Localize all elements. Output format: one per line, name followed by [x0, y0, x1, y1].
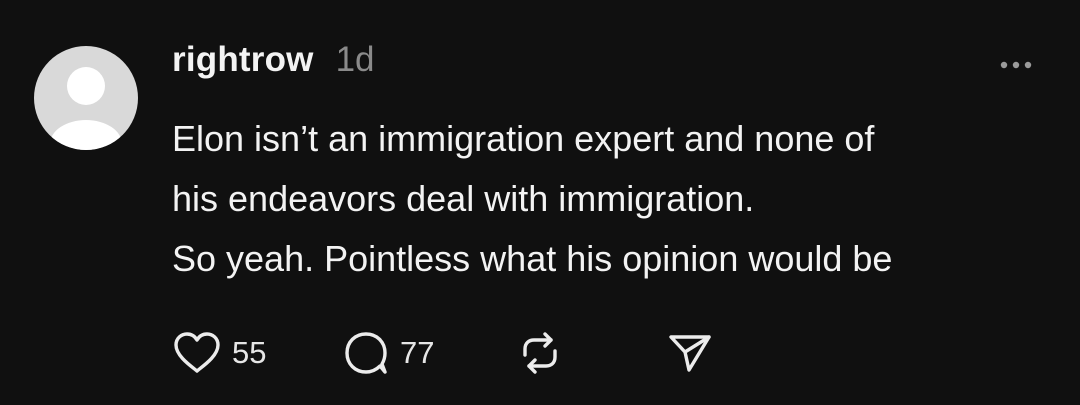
post-text-line: his endeavors deal with immigration. [172, 178, 755, 219]
heart-icon [174, 332, 220, 373]
comment-bubble-icon [345, 332, 387, 374]
post-header: rightrow 1d [172, 40, 375, 90]
action-bar: 55 77 [172, 328, 713, 378]
timestamp: 1d [335, 40, 375, 79]
share-button[interactable] [667, 330, 713, 376]
thread-post: rightrow 1d Elon isn’t an immigration ex… [0, 0, 1080, 405]
reply-button[interactable]: 77 [342, 330, 517, 376]
username[interactable]: rightrow [172, 40, 314, 80]
default-avatar-icon [50, 67, 122, 150]
post-text-line: So yeah. Pointless what his opinion woul… [172, 238, 893, 279]
post-text: Elon isn’t an immigration expert and non… [172, 109, 1052, 289]
ellipsis-icon [1000, 61, 1032, 69]
repost-icon [523, 332, 557, 374]
repost-button[interactable] [517, 330, 667, 376]
like-count: 55 [232, 335, 267, 370]
more-options-button[interactable] [996, 54, 1040, 76]
avatar[interactable] [34, 46, 138, 150]
send-icon [669, 335, 711, 372]
post-text-line: Elon isn’t an immigration expert and non… [172, 118, 875, 159]
like-button[interactable]: 55 [172, 331, 342, 375]
reply-count: 77 [400, 335, 435, 370]
